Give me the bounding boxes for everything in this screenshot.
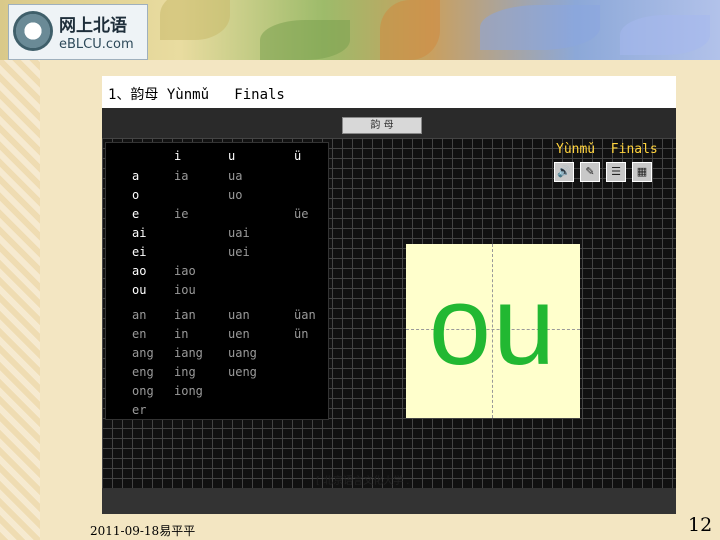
current-final: ou [428, 263, 558, 388]
final-cell[interactable]: iang [174, 346, 203, 360]
final-cell[interactable]: uen [228, 327, 250, 341]
finals-heading: Yùnmǔ Finals [556, 142, 658, 157]
table-header-cell: u [228, 149, 236, 163]
final-cell[interactable]: ou [132, 283, 146, 297]
finals-panel: i u ü a ia ua o uo e ie üe ai uai ei uei ao iao ou iou an ia… [102, 138, 676, 488]
logo-domain: eBLCU.com [59, 37, 134, 52]
final-cell[interactable]: ia [174, 169, 188, 183]
header-banner: 网上北语 eBLCU.com [0, 0, 720, 60]
table-header-cell: i [174, 149, 182, 163]
list-icon[interactable]: ☰ [606, 162, 626, 182]
final-cell[interactable]: in [174, 327, 188, 341]
table-header-cell: ü [294, 149, 302, 163]
final-cell[interactable]: ian [174, 308, 196, 322]
tab-finals[interactable]: 韵 母 [342, 117, 422, 134]
final-cell[interactable]: uang [228, 346, 257, 360]
final-cell[interactable]: iao [174, 264, 196, 278]
final-cell[interactable]: üan [294, 308, 316, 322]
final-display: ou [406, 244, 580, 418]
university-footer: [ 北京语言文化大学 . [316, 476, 410, 487]
final-cell[interactable]: ing [174, 365, 196, 379]
final-cell[interactable]: üe [294, 207, 308, 221]
final-cell[interactable]: ao [132, 264, 146, 278]
university-seal-icon [13, 11, 53, 51]
side-pattern [0, 60, 40, 540]
final-cell[interactable]: uan [228, 308, 250, 322]
final-cell[interactable]: an [132, 308, 146, 322]
book-icon[interactable]: ▦ [632, 162, 652, 182]
final-cell[interactable]: e [132, 207, 139, 221]
final-cell[interactable]: iou [174, 283, 196, 297]
logo: 网上北语 eBLCU.com [8, 4, 148, 60]
final-cell[interactable]: iong [174, 384, 203, 398]
finals-table: i u ü a ia ua o uo e ie üe ai uai ei uei ao iao ou iou an ia… [105, 142, 329, 420]
final-cell[interactable]: uo [228, 188, 242, 202]
final-cell[interactable]: er [132, 403, 146, 417]
page-number: 12 [688, 514, 713, 536]
app-screenshot: 1、韵母 Yùnmǔ Finals 韵 母 i u ü a ia ua o uo e ie üe ai… [102, 76, 676, 514]
logo-text: 网上北语 [59, 16, 127, 36]
final-cell[interactable]: ang [132, 346, 154, 360]
final-cell[interactable]: uai [228, 226, 250, 240]
slide-date: 2011-09-18易平平 [90, 524, 196, 538]
final-cell[interactable]: ei [132, 245, 146, 259]
tab-bar: 韵 母 [102, 108, 676, 139]
final-cell[interactable]: uei [228, 245, 250, 259]
banner-decoration [380, 0, 440, 60]
final-cell[interactable]: ueng [228, 365, 257, 379]
final-cell[interactable]: ai [132, 226, 146, 240]
final-cell[interactable]: en [132, 327, 146, 341]
final-cell[interactable]: eng [132, 365, 154, 379]
status-bar [102, 488, 676, 514]
app-window: 韵 母 i u ü a ia ua o uo e ie üe ai uai ei uei ao iao ou iou… [102, 108, 676, 514]
final-cell[interactable]: ie [174, 207, 188, 221]
final-cell[interactable]: o [132, 188, 139, 202]
speaker-icon[interactable]: 🔊 [554, 162, 574, 182]
final-cell[interactable]: a [132, 169, 139, 183]
banner-decoration [260, 20, 350, 60]
final-cell[interactable]: ün [294, 327, 308, 341]
final-cell[interactable]: ua [228, 169, 242, 183]
banner-decoration [620, 15, 710, 55]
banner-decoration [160, 0, 230, 40]
banner-decoration [480, 5, 600, 50]
write-icon[interactable]: ✎ [580, 162, 600, 182]
final-cell[interactable]: ong [132, 384, 154, 398]
slide-title: 1、韵母 Yùnmǔ Finals [108, 87, 285, 103]
